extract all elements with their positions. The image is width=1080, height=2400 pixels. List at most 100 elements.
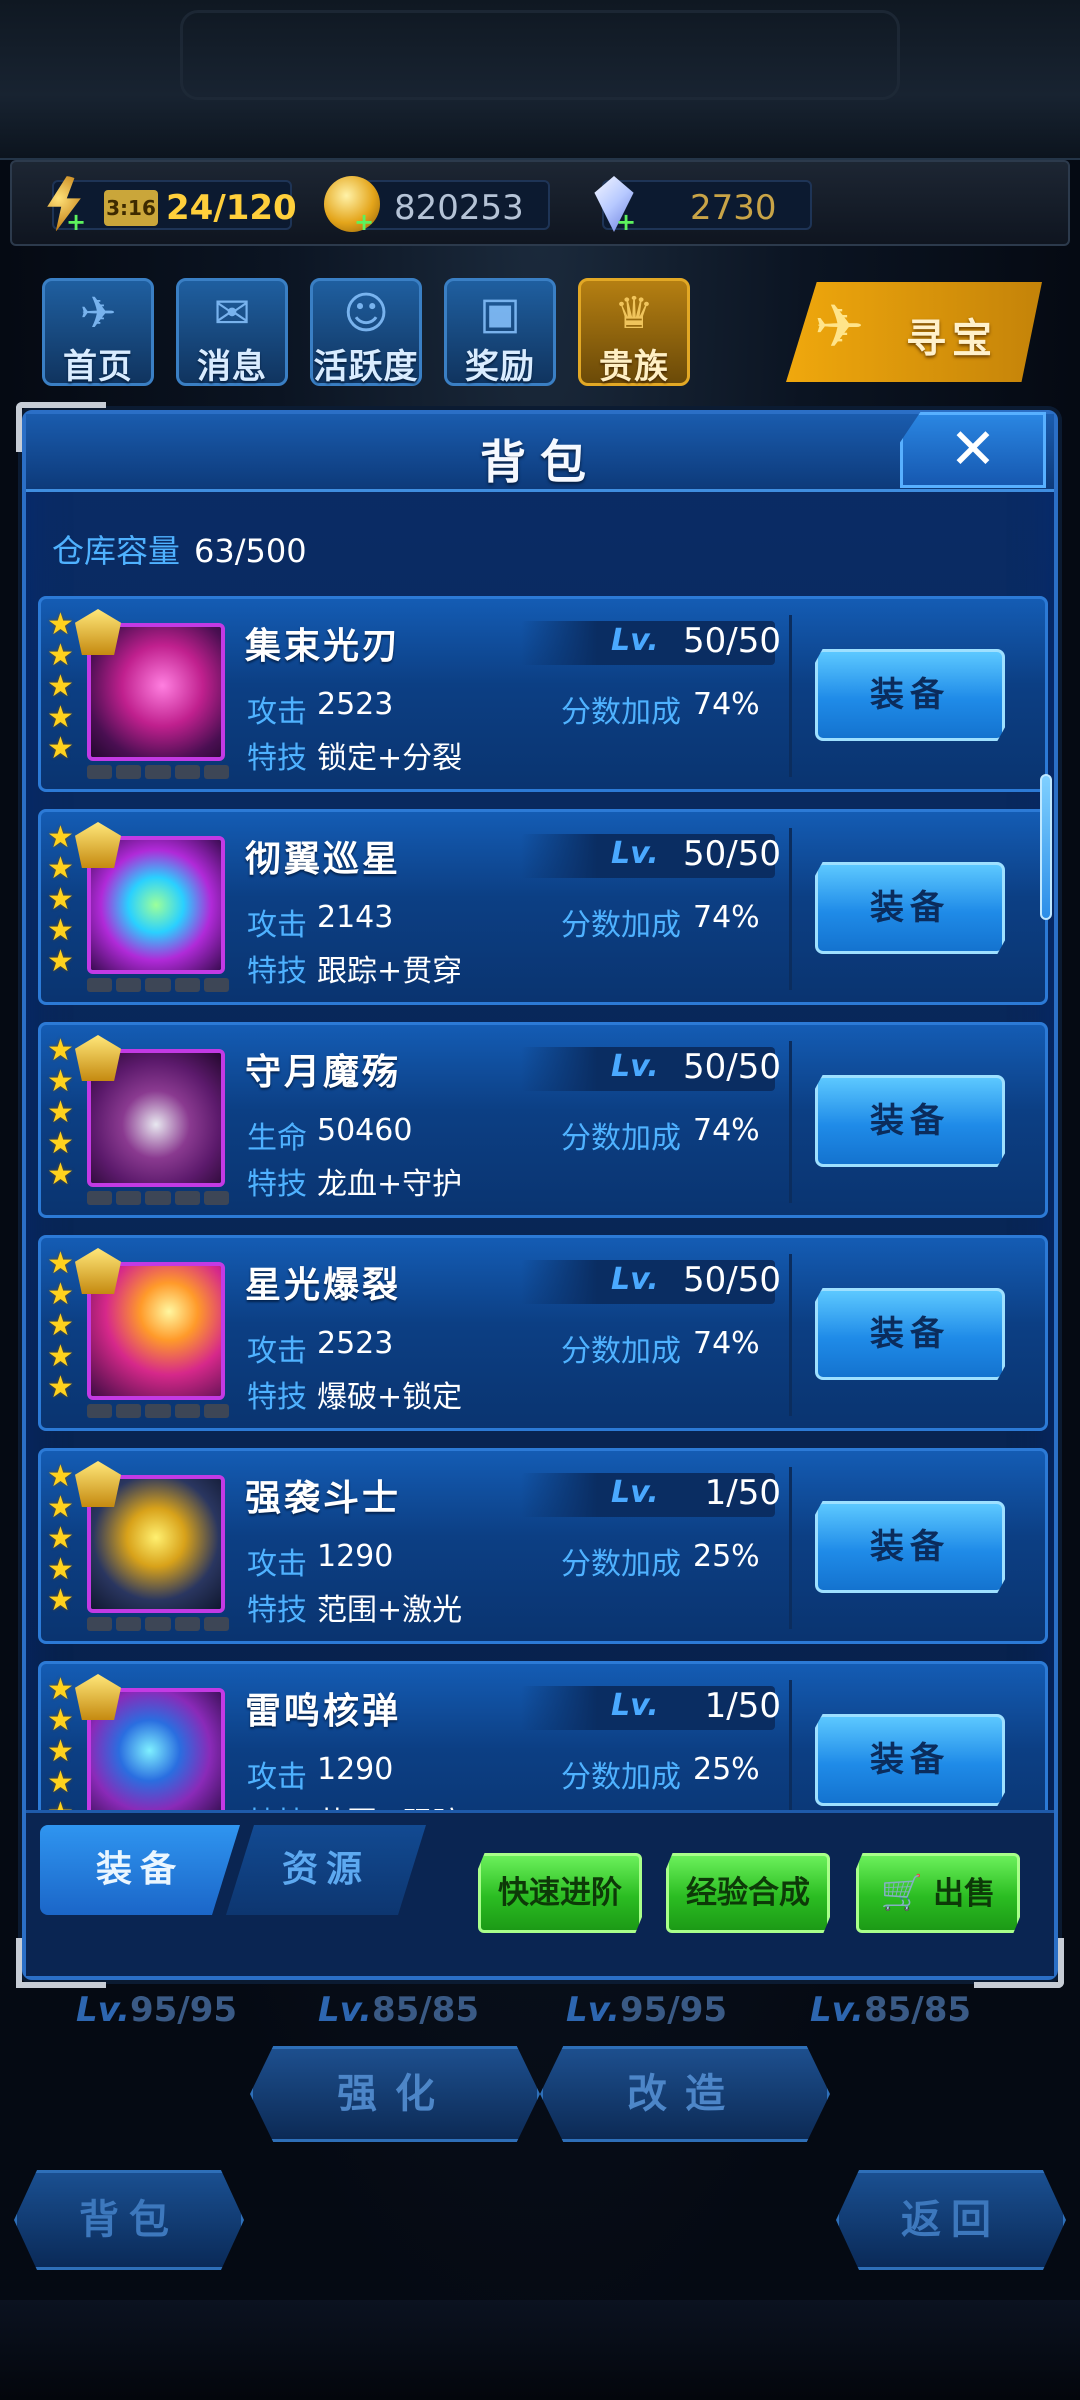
star-icon: ★ — [47, 731, 74, 766]
stat-label: 攻击 — [247, 1547, 307, 1582]
skill-label: 特技 — [247, 1593, 307, 1628]
quick-advance-button[interactable]: 快速进阶 — [478, 1853, 642, 1933]
level-tag: Lv. — [611, 1475, 659, 1510]
bonus-label: 分数加成 — [561, 1121, 681, 1156]
list-item: ★★★★★ 雷鸣核弹 Lv. 1/50 攻击 1290 分数加成 25% 特技 … — [38, 1661, 1048, 1816]
bonus-value: 25% — [693, 1539, 760, 1574]
level-tag: Lv. — [611, 1688, 659, 1723]
equip-button[interactable]: 装备 — [815, 1501, 1005, 1593]
tab-equip[interactable]: 装备 — [40, 1825, 240, 1915]
star-icon: ★ — [47, 1308, 74, 1343]
exp-merge-button[interactable]: 经验合成 — [666, 1853, 830, 1933]
bg-level-text: Lv.95/95 — [566, 1990, 728, 2030]
star-icon: ★ — [47, 1672, 74, 1707]
item-level: 50/50 — [683, 1260, 781, 1300]
enhance-button[interactable]: 强化 — [250, 2046, 540, 2142]
skill-value: 跟踪+贯穿 — [317, 954, 463, 989]
star-icon: ★ — [47, 638, 74, 673]
star-icon: ★ — [47, 944, 74, 979]
star-icon: ★ — [47, 607, 74, 642]
equip-button[interactable]: 装备 — [815, 649, 1005, 741]
list-item: ★ ★ ★ ★ ★ 集束光刃 Lv. 50/50 攻击 2523 分数加成 74% 特技… — [38, 596, 1048, 792]
equip-button[interactable]: 装备 — [815, 862, 1005, 954]
star-icon: ★ — [47, 1552, 74, 1587]
jet-icon: ✈ — [814, 292, 865, 362]
energy-slot[interactable]: + 3:16 24/120 — [47, 176, 297, 234]
bg-level-text: Lv.85/85 — [810, 1990, 972, 2030]
equip-button[interactable]: 装备 — [815, 1714, 1005, 1806]
list-item: ★ ★ ★ ★ ★ 彻翼巡星 Lv. 50/50 攻击 2143 分数加成 74% 特技… — [38, 809, 1048, 1005]
tab-resource[interactable]: 资源 — [226, 1825, 426, 1915]
star-icon: ★ — [47, 1490, 74, 1525]
star-icon: ★ — [47, 1370, 74, 1405]
nav-noble-button[interactable]: ♛ 贵族 — [578, 278, 690, 387]
upgrade-slots — [87, 1191, 230, 1205]
star-icon: ★ — [47, 913, 74, 948]
star-rating: ★ ★ ★ ★ ★ — [47, 822, 77, 977]
star-icon: ★ — [47, 882, 74, 917]
modify-button[interactable]: 改造 — [540, 2046, 830, 2142]
divider — [789, 1254, 792, 1416]
vip-emblem-icon: ♛ — [614, 288, 654, 339]
skill-value: 锁定+分裂 — [317, 741, 463, 776]
stat-value: 2523 — [317, 1326, 394, 1361]
nav-message-button[interactable]: ✉ 消息 — [176, 278, 288, 387]
scrollbar[interactable] — [1040, 774, 1052, 920]
equip-button[interactable]: 装备 — [815, 1288, 1005, 1380]
bg-level-text: Lv.95/95 — [76, 1990, 238, 2030]
skill-value: 范围+激光 — [317, 1593, 463, 1628]
panel-footer: 资源 装备 快速进阶 经验合成 🛒 出售 — [26, 1810, 1054, 1976]
rank-badge-icon — [75, 1035, 121, 1081]
treasure-hunt-button[interactable]: ✈ 寻宝 — [786, 282, 1042, 382]
skill-label: 特技 — [247, 1380, 307, 1415]
energy-timer: 3:16 — [104, 190, 158, 226]
star-icon: ★ — [47, 1277, 74, 1312]
bonus-label: 分数加成 — [561, 1334, 681, 1369]
level-tag: Lv. — [611, 836, 659, 871]
divider — [789, 1041, 792, 1203]
star-icon: ★ — [47, 1157, 74, 1192]
stat-value: 1290 — [317, 1752, 394, 1787]
close-button[interactable]: ✕ — [900, 412, 1046, 488]
star-icon: ★ — [47, 1459, 74, 1494]
plus-icon: + — [354, 208, 375, 236]
item-level: 1/50 — [704, 1473, 781, 1513]
nav-activity-button[interactable]: ☺ 活跃度 — [310, 278, 422, 387]
nav-home-label: 首页 — [63, 347, 133, 387]
sell-label: 出售 — [933, 1876, 996, 1912]
close-icon: ✕ — [949, 417, 997, 482]
bg-level-text: Lv.85/85 — [318, 1990, 480, 2030]
bonus-value: 74% — [693, 687, 760, 722]
equip-button[interactable]: 装备 — [815, 1075, 1005, 1167]
cart-icon: 🛒 — [880, 1873, 924, 1913]
item-name: 雷鸣核弹 — [245, 1691, 402, 1732]
upgrade-slots — [87, 1617, 230, 1631]
item-list[interactable]: ★ ★ ★ ★ ★ 集束光刃 Lv. 50/50 攻击 2523 分数加成 74% 特技… — [38, 596, 1048, 1816]
divider — [789, 828, 792, 990]
item-name: 强袭斗士 — [245, 1478, 402, 1519]
bag-button[interactable]: 背包 — [14, 2170, 244, 2270]
divider — [789, 1680, 792, 1816]
header-decoration — [180, 10, 900, 100]
stat-label: 攻击 — [247, 1760, 307, 1795]
nav-home-button[interactable]: ✈ 首页 — [42, 278, 154, 387]
resource-bar: + 3:16 24/120 + 820253 + 2730 — [10, 160, 1070, 246]
item-name: 集束光刃 — [245, 626, 402, 667]
star-icon: ★ — [47, 669, 74, 704]
gem-slot[interactable]: + 2730 — [594, 176, 812, 234]
nav-reward-button[interactable]: ▣ 奖励 — [444, 278, 556, 387]
item-level: 50/50 — [683, 834, 781, 874]
rank-badge-icon — [75, 1461, 121, 1507]
upgrade-slots — [87, 765, 230, 779]
level-tag: Lv. — [611, 1049, 659, 1084]
stat-value: 1290 — [317, 1539, 394, 1574]
coin-slot[interactable]: + 820253 — [324, 176, 550, 236]
top-header-background — [0, 0, 1080, 160]
back-button[interactable]: 返回 — [836, 2170, 1066, 2270]
item-level: 1/50 — [704, 1686, 781, 1726]
stat-label: 攻击 — [247, 1334, 307, 1369]
star-icon: ★ — [47, 1246, 74, 1281]
sell-button[interactable]: 🛒 出售 — [856, 1853, 1020, 1933]
level-tag: Lv. — [611, 1262, 659, 1297]
capacity-label: 仓库容量 — [52, 532, 181, 570]
